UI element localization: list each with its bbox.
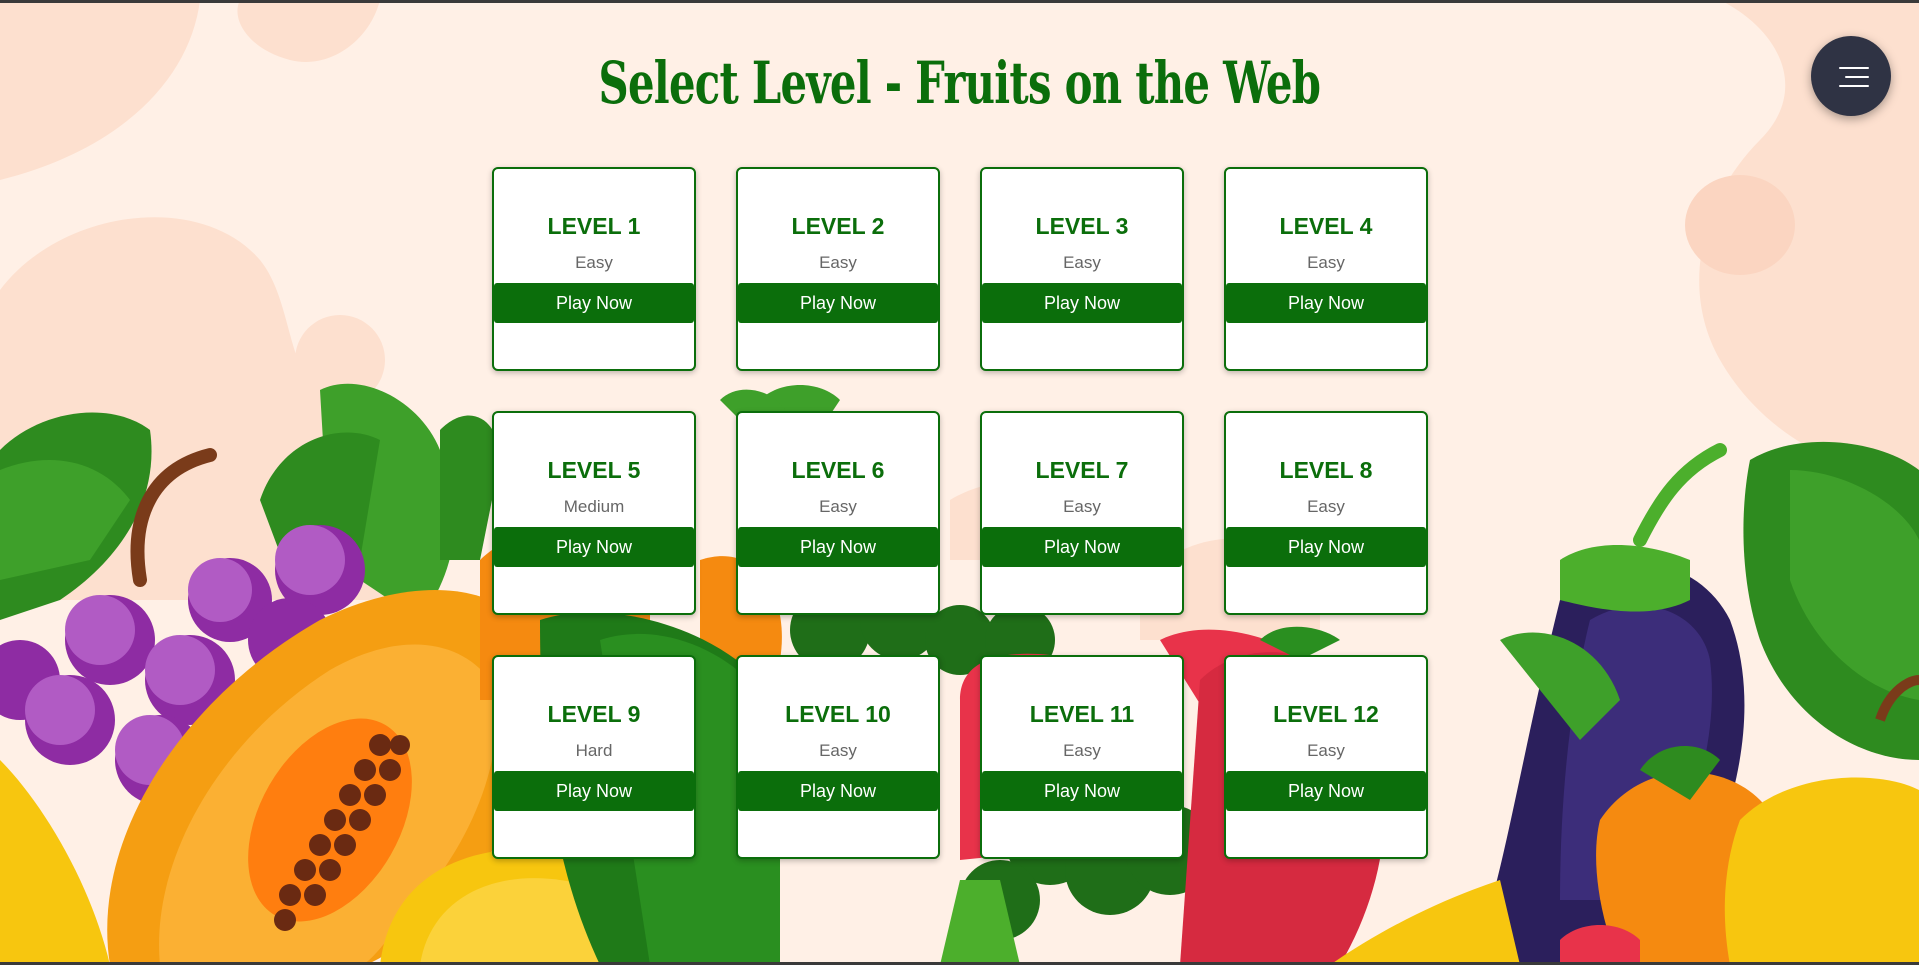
level-difficulty: Hard (575, 741, 613, 760)
menu-button[interactable] (1811, 36, 1891, 116)
page-title: Select Level - Fruits on the Web (598, 49, 1321, 117)
play-now-button[interactable]: Play Now (738, 283, 938, 323)
level-difficulty: Easy (1063, 741, 1101, 760)
level-difficulty: Easy (819, 253, 857, 272)
level-grid: LEVEL 1 Easy Play Now LEVEL 2 Easy Play … (492, 167, 1428, 859)
play-now-button[interactable]: Play Now (1226, 283, 1426, 323)
level-title: LEVEL 1 (547, 213, 641, 239)
level-difficulty: Easy (575, 253, 613, 272)
level-title: LEVEL 5 (547, 457, 641, 483)
level-difficulty: Easy (819, 741, 857, 760)
level-card: LEVEL 4 Easy Play Now (1224, 167, 1428, 371)
level-card: LEVEL 7 Easy Play Now (980, 411, 1184, 615)
level-card: LEVEL 8 Easy Play Now (1224, 411, 1428, 615)
level-title: LEVEL 8 (1279, 457, 1373, 483)
level-title: LEVEL 11 (1029, 701, 1135, 727)
level-card: LEVEL 12 Easy Play Now (1224, 655, 1428, 859)
level-difficulty: Easy (819, 497, 857, 516)
level-title: LEVEL 10 (785, 701, 891, 727)
level-title: LEVEL 4 (1279, 213, 1373, 239)
level-title: LEVEL 9 (547, 701, 641, 727)
play-now-button[interactable]: Play Now (982, 771, 1182, 811)
level-card: LEVEL 10 Easy Play Now (736, 655, 940, 859)
level-card: LEVEL 5 Medium Play Now (492, 411, 696, 615)
level-difficulty: Easy (1063, 253, 1101, 272)
play-now-button[interactable]: Play Now (1226, 527, 1426, 567)
level-card: LEVEL 11 Easy Play Now (980, 655, 1184, 859)
play-now-button[interactable]: Play Now (1226, 771, 1426, 811)
level-difficulty: Easy (1307, 741, 1345, 760)
level-title: LEVEL 12 (1273, 701, 1379, 727)
level-card: LEVEL 9 Hard Play Now (492, 655, 696, 859)
level-difficulty: Easy (1307, 497, 1345, 516)
level-card: LEVEL 3 Easy Play Now (980, 167, 1184, 371)
level-card: LEVEL 2 Easy Play Now (736, 167, 940, 371)
play-now-button[interactable]: Play Now (738, 527, 938, 567)
level-title: LEVEL 7 (1035, 457, 1129, 483)
level-difficulty: Easy (1063, 497, 1101, 516)
play-now-button[interactable]: Play Now (494, 283, 694, 323)
play-now-button[interactable]: Play Now (982, 283, 1182, 323)
level-title: LEVEL 2 (791, 213, 885, 239)
level-difficulty: Easy (1307, 253, 1345, 272)
level-difficulty: Medium (563, 497, 625, 516)
top-border (0, 0, 1919, 3)
play-now-button[interactable]: Play Now (738, 771, 938, 811)
level-title: LEVEL 3 (1035, 213, 1129, 239)
play-now-button[interactable]: Play Now (982, 527, 1182, 567)
play-now-button[interactable]: Play Now (494, 771, 694, 811)
level-card: LEVEL 1 Easy Play Now (492, 167, 696, 371)
level-title: LEVEL 6 (791, 457, 885, 483)
level-card: LEVEL 6 Easy Play Now (736, 411, 940, 615)
play-now-button[interactable]: Play Now (494, 527, 694, 567)
